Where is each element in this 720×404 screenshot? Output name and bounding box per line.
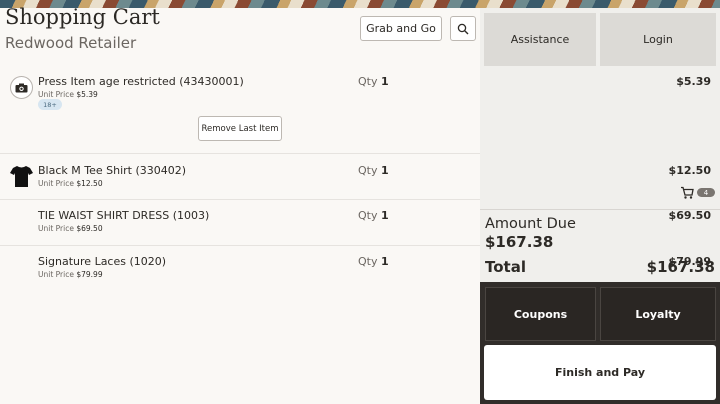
total-value: $167.38: [646, 258, 715, 276]
camera-icon: [10, 76, 33, 99]
login-button[interactable]: Login: [600, 13, 716, 66]
retailer-name: Redwood Retailer: [5, 34, 137, 52]
item-price: $12.50: [668, 164, 711, 177]
item-qty: Qty 1: [358, 164, 389, 177]
item-unit-price: Unit Price $69.50: [38, 224, 103, 233]
divider: [480, 209, 720, 210]
cart-count-badge: 4: [697, 188, 715, 197]
item-name: TIE WAIST SHIRT DRESS (1003): [38, 209, 210, 222]
item-qty: Qty 1: [358, 255, 389, 268]
item-price: $5.39: [676, 75, 711, 88]
search-icon: [457, 23, 469, 34]
cart-item-row[interactable]: [0, 155, 480, 200]
coupons-button[interactable]: Coupons: [485, 287, 596, 341]
age-restricted-badge: 18+: [38, 99, 62, 110]
item-qty: Qty 1: [358, 75, 389, 88]
grab-and-go-button[interactable]: Grab and Go: [360, 16, 442, 41]
total-label: Total: [485, 258, 526, 276]
tshirt-icon: [10, 166, 33, 187]
amount-due-label: Amount Due: [485, 216, 576, 232]
item-name: Black M Tee Shirt (330402): [38, 164, 187, 177]
item-name: Press Item age restricted (43430001): [38, 75, 244, 88]
item-unit-price: Unit Price $12.50: [38, 179, 103, 188]
item-price: $69.50: [668, 209, 711, 222]
page-title: Shopping Cart: [5, 5, 160, 29]
loyalty-button[interactable]: Loyalty: [600, 287, 716, 341]
search-button[interactable]: [450, 16, 476, 41]
cart-icon[interactable]: [680, 186, 694, 199]
amount-due-value: $167.38: [485, 233, 554, 251]
remove-last-item-button[interactable]: Remove Last Item: [198, 116, 282, 141]
item-name: Signature Laces (1020): [38, 255, 167, 268]
finish-and-pay-button[interactable]: Finish and Pay: [484, 345, 716, 400]
assistance-button[interactable]: Assistance: [484, 13, 596, 66]
item-qty: Qty 1: [358, 209, 389, 222]
item-unit-price: Unit Price $79.99: [38, 270, 103, 279]
item-unit-price: Unit Price $5.39: [38, 90, 98, 99]
